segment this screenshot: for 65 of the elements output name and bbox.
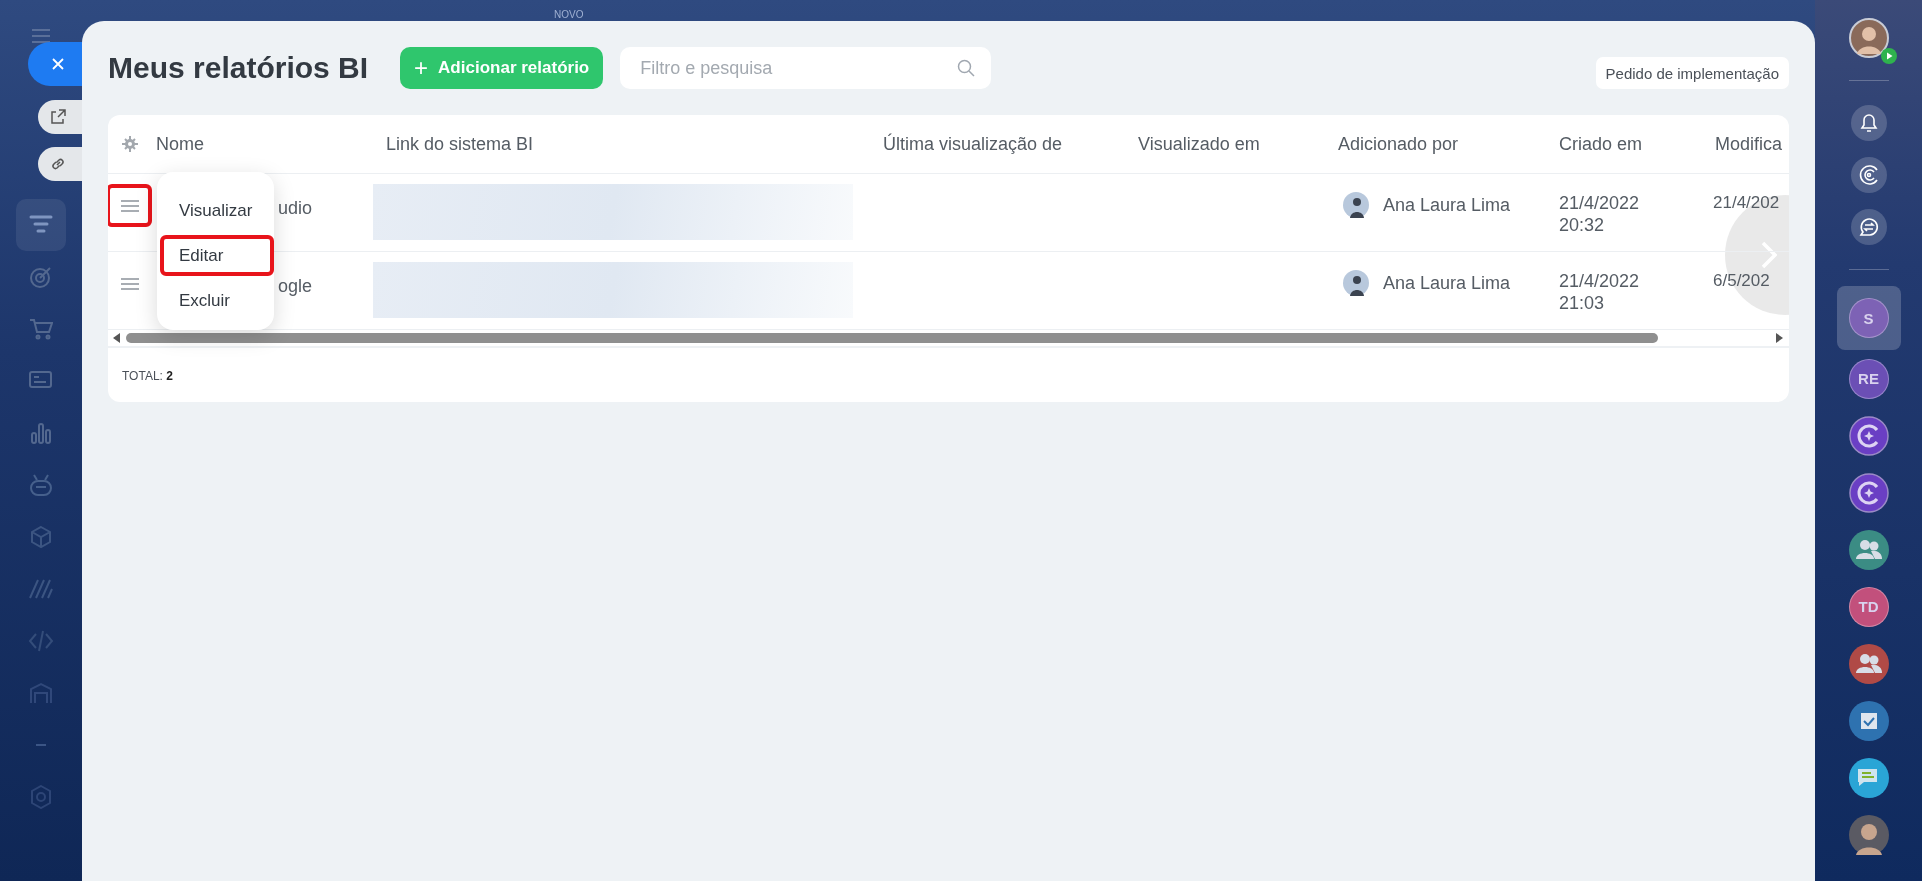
search-field[interactable]: Filtro e pesquisa [620,47,992,89]
more-icon[interactable] [36,743,46,747]
close-icon [52,58,64,70]
column-header[interactable]: Modifica [1711,133,1783,155]
channel-icon[interactable] [1848,472,1889,513]
page-title: Meus relatórios BI [108,51,369,85]
total-count: TOTAL: 2 [122,368,173,383]
scroll-right-icon[interactable] [1775,333,1783,343]
column-header[interactable]: Link do sistema BI [378,133,534,155]
time-text: 21:03 [1559,292,1605,314]
target-icon[interactable] [29,265,53,289]
bell-icon[interactable] [1850,105,1887,141]
date-text: 6/5/202 [1713,270,1770,292]
date-text: 21/4/2022 [1559,270,1640,292]
open-external-button[interactable] [38,100,82,134]
chat-avatar[interactable]: RE [1848,358,1889,399]
column-header[interactable]: Nome [148,133,204,155]
box-icon[interactable] [30,525,52,549]
scroll-left-icon[interactable] [113,333,121,343]
code-icon[interactable] [28,629,54,653]
menu-icon[interactable] [121,278,139,290]
implementation-request-button[interactable]: Pedido de implementação [1595,57,1789,89]
channel-icon[interactable] [1848,415,1889,456]
user-name: Ana Laura Lima [1383,194,1511,216]
play-badge-icon [1880,48,1897,64]
group-icon[interactable] [1848,643,1889,684]
table-cell-text: udio [278,197,313,219]
column-header[interactable]: Visualizado em [1130,133,1260,155]
column-header[interactable]: Criado em [1551,133,1643,155]
date-text: 21/4/202 [1713,192,1780,214]
user-name: Ana Laura Lima [1383,272,1511,294]
chart-icon[interactable] [30,421,52,445]
cart-icon[interactable] [29,317,53,341]
menu-item[interactable]: Visualizar [157,200,253,221]
time-text: 20:32 [1559,214,1605,236]
external-link-icon [50,109,66,125]
menu-icon[interactable] [31,28,51,44]
settings-icon[interactable] [29,785,53,809]
settings-icon[interactable] [122,136,138,152]
garage-icon[interactable] [29,682,53,704]
table-cell-text: ogle [278,275,313,297]
filter-icon[interactable] [29,214,53,236]
scrollbar-thumb[interactable] [126,333,1658,343]
avatar-icon [1343,192,1369,218]
menu-item[interactable]: Excluir [157,290,230,311]
menu-item[interactable]: Editar [157,245,224,266]
chat-icon[interactable] [1848,757,1889,798]
column-header[interactable]: Última visualização de [875,133,1063,155]
new-label: NOVO [554,9,584,20]
search-input[interactable]: Filtro e pesquisa [638,56,958,80]
copy-link-button[interactable] [38,147,82,181]
stripes-icon[interactable] [28,578,54,600]
avatar-icon [1343,270,1369,296]
user-avatar[interactable] [1848,814,1889,855]
user-avatar[interactable] [1848,18,1897,64]
chat-arrows-icon[interactable] [1850,209,1887,245]
task-icon[interactable] [1848,700,1889,741]
robot-icon[interactable] [29,473,53,497]
search-icon[interactable] [957,59,976,77]
column-header[interactable]: Adicionado por [1330,133,1459,155]
link-icon [50,156,66,172]
date-text: 21/4/2022 [1559,192,1640,214]
menu-icon[interactable] [121,200,139,212]
group-icon[interactable] [1848,529,1889,570]
spiral-icon[interactable] [1850,157,1887,193]
